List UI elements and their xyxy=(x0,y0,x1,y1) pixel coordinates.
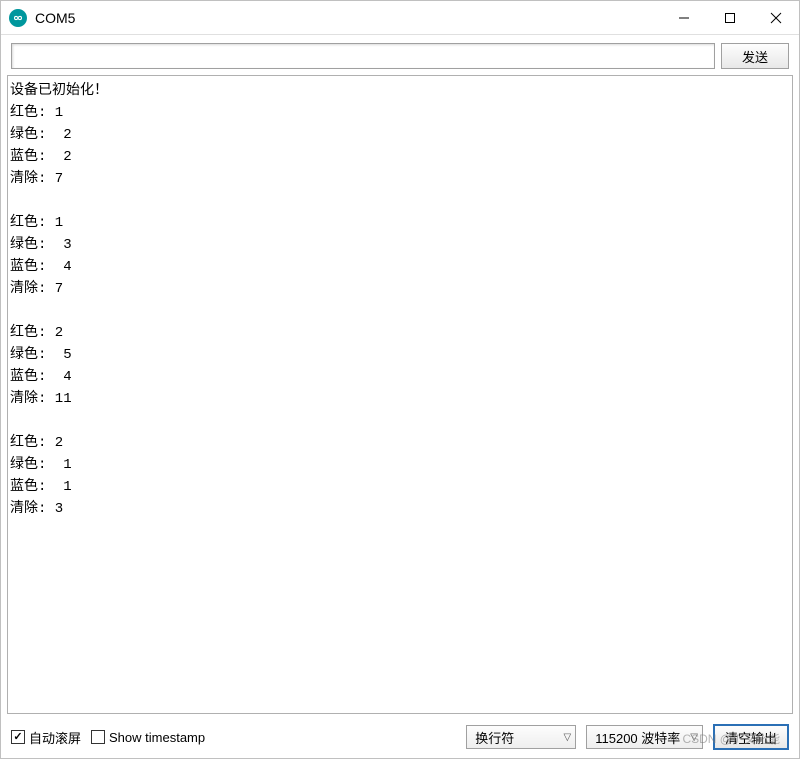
command-input[interactable] xyxy=(11,43,715,69)
maximize-button[interactable] xyxy=(707,1,753,34)
serial-output: 设备已初始化！ 红色: 1 绿色: 2 蓝色: 2 清除: 7 红色: 1 绿色… xyxy=(7,75,793,714)
timestamp-label: Show timestamp xyxy=(109,730,205,745)
baud-rate-select[interactable]: 115200 波特率 ▽ xyxy=(586,725,703,749)
checkbox-icon xyxy=(91,730,105,744)
chevron-down-icon: ▽ xyxy=(564,732,572,743)
send-button[interactable]: 发送 xyxy=(721,43,789,69)
line-ending-value: 换行符 xyxy=(475,728,514,747)
clear-output-button[interactable]: 清空输出 xyxy=(713,724,789,750)
window-controls xyxy=(661,1,799,34)
window-title: COM5 xyxy=(35,10,75,26)
timestamp-checkbox[interactable]: Show timestamp xyxy=(91,730,205,745)
autoscroll-label: 自动滚屏 xyxy=(29,728,81,747)
autoscroll-checkbox[interactable]: 自动滚屏 xyxy=(11,728,81,747)
checkbox-icon xyxy=(11,730,25,744)
close-button[interactable] xyxy=(753,1,799,34)
chevron-down-icon: ▽ xyxy=(690,732,698,743)
titlebar: COM5 xyxy=(1,1,799,35)
bottom-bar: 自动滚屏 Show timestamp 换行符 ▽ 115200 波特率 ▽ 清… xyxy=(1,720,799,758)
line-ending-select[interactable]: 换行符 ▽ xyxy=(466,725,576,749)
baud-rate-value: 115200 波特率 xyxy=(595,728,680,747)
serial-monitor-window: COM5 发送 设备已初始化！ 红色: 1 绿色: 2 蓝色: 2 清除: 7 … xyxy=(0,0,800,759)
arduino-icon xyxy=(9,9,27,27)
minimize-button[interactable] xyxy=(661,1,707,34)
send-toolbar: 发送 xyxy=(1,35,799,75)
